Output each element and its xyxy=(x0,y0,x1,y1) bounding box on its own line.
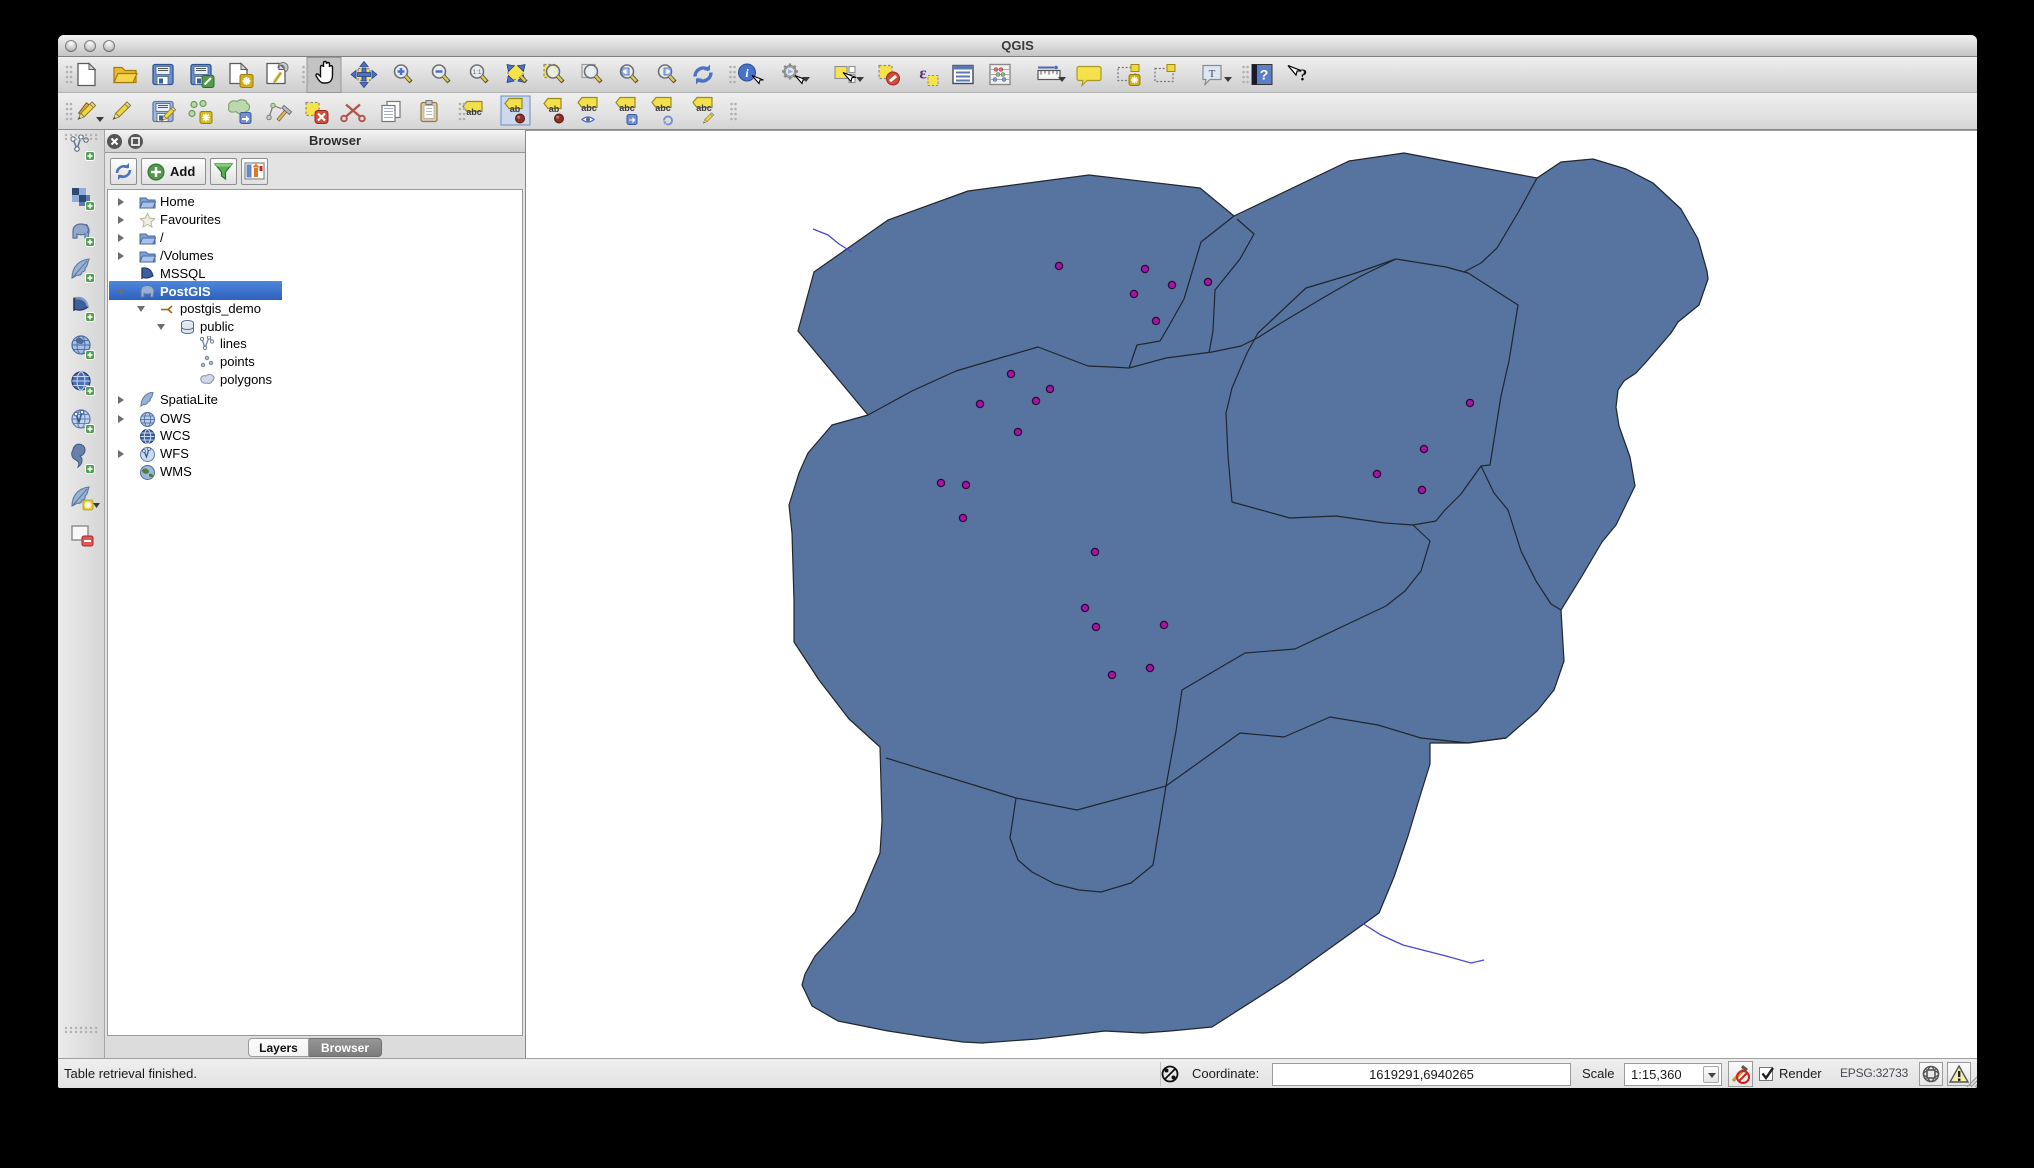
svg-text:T: T xyxy=(1209,68,1216,80)
svg-text:abc: abc xyxy=(466,107,482,117)
svg-text:abc: abc xyxy=(655,103,671,113)
svg-text:abc: abc xyxy=(619,103,635,113)
svg-text:?: ? xyxy=(1260,67,1269,83)
svg-text:?: ? xyxy=(1299,66,1308,85)
svg-text:ab: ab xyxy=(549,104,560,114)
svg-text:1:1: 1:1 xyxy=(472,69,481,76)
svg-text:ε: ε xyxy=(919,64,926,83)
svg-text:abc: abc xyxy=(696,103,712,113)
svg-text:ab: ab xyxy=(510,104,521,114)
svg-text:abc: abc xyxy=(581,103,597,113)
